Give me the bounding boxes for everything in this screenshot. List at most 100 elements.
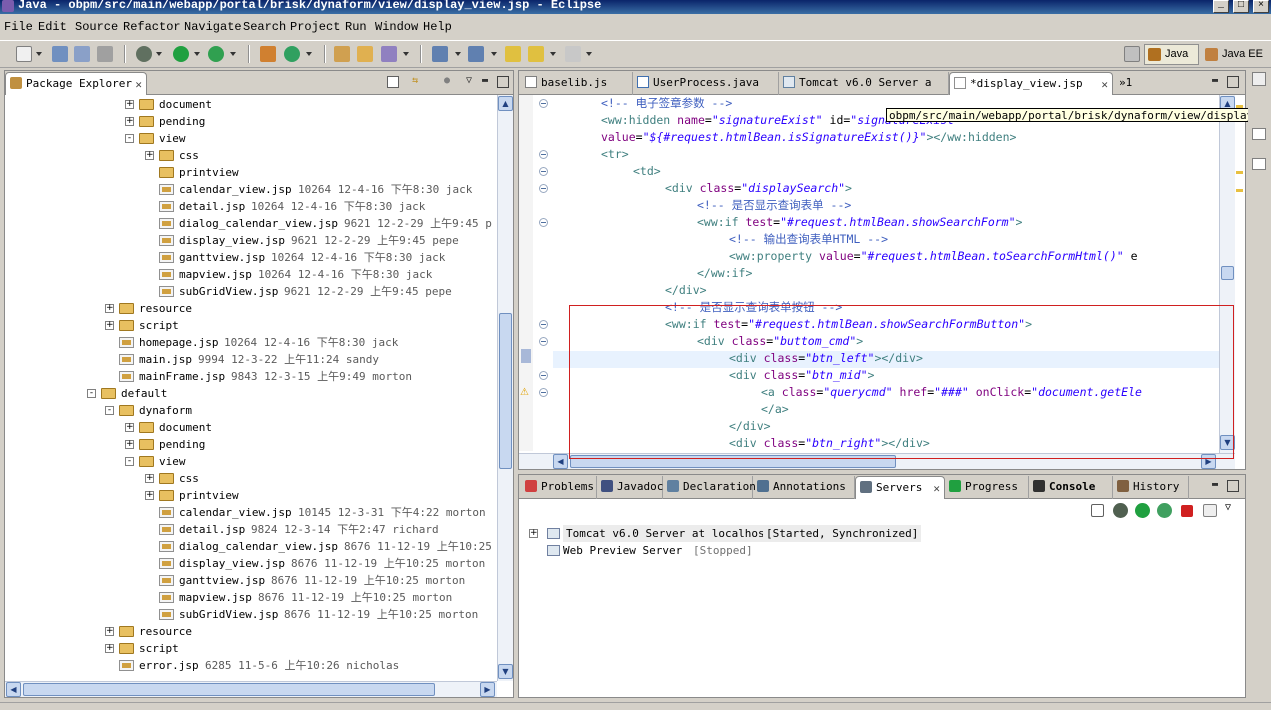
code-line[interactable]: <!-- 是否显示查询表单 --> (697, 197, 851, 214)
tree-folder-view[interactable]: - view (5, 453, 497, 470)
code-line[interactable]: <ww:property value="#request.htmlBean.to… (729, 248, 1138, 265)
run-dropdown-icon[interactable] (194, 52, 200, 56)
menu-project[interactable]: Project (290, 20, 340, 34)
fold-toggle-icon[interactable] (539, 371, 548, 380)
expand-icon[interactable]: + (125, 100, 134, 109)
tab-baselib-js[interactable]: baselib.js (521, 72, 633, 95)
tab-tomcat-server[interactable]: Tomcat v6.0 Server a (779, 72, 949, 95)
tab-console[interactable]: Console (1029, 476, 1113, 499)
forward-dropdown-icon[interactable] (586, 52, 592, 56)
code-line[interactable]: </ww:if> (697, 265, 752, 282)
minimize-view-icon[interactable]: ▬ (479, 76, 491, 88)
tree-file-subgridview-jsp[interactable]: subGridView.jsp 9621 12-2-29 上午9:45 pepe (5, 283, 497, 300)
search-dropdown-icon[interactable] (403, 52, 409, 56)
menu-edit[interactable]: Edit (38, 20, 67, 34)
code-line[interactable]: value="${#request.htmlBean.isSignatureEx… (601, 129, 1016, 146)
outline-view-icon[interactable] (1252, 128, 1266, 140)
tree-folder-css[interactable]: + css (5, 470, 497, 487)
overview-marker[interactable] (1236, 189, 1243, 192)
previous-annotation-dropdown-icon[interactable] (491, 52, 497, 56)
collapse-all-icon[interactable] (1091, 504, 1104, 517)
tree-file-main-jsp[interactable]: main.jsp 9994 12-3-22 上午11:24 sandy (5, 351, 497, 368)
fold-toggle-icon[interactable] (539, 337, 548, 346)
tab-overflow[interactable]: »1 (1115, 72, 1145, 95)
stop-server-icon[interactable] (1181, 505, 1193, 517)
view-menu-dots-icon[interactable]: ● (441, 76, 453, 88)
maximize-view-icon[interactable] (1227, 480, 1239, 492)
new-class-dropdown-icon[interactable] (306, 52, 312, 56)
tab-display-view-jsp[interactable]: *display_view.jsp ✕ (949, 72, 1113, 95)
tree-file-ganttview-jsp[interactable]: ganttview.jsp 10264 12-4-16 下午8:30 jack (5, 249, 497, 266)
tree-file-mapview-jsp[interactable]: mapview.jsp 10264 12-4-16 下午8:30 jack (5, 266, 497, 283)
fold-toggle-icon[interactable] (539, 218, 548, 227)
collapse-icon[interactable]: - (125, 134, 134, 143)
menu-navigate[interactable]: Navigate (184, 20, 242, 34)
menu-source[interactable]: Source (75, 20, 118, 34)
new-icon[interactable] (16, 46, 32, 62)
tree-file-mapview-jsp[interactable]: mapview.jsp 8676 11-12-19 上午10:25 morton (5, 589, 497, 606)
expand-icon[interactable]: + (105, 321, 114, 330)
tree-folder-view[interactable]: - view (5, 130, 497, 147)
code-line[interactable]: </div> (665, 282, 707, 299)
minimize-button[interactable]: _ (1213, 0, 1229, 13)
debug-server-icon[interactable] (1113, 503, 1128, 518)
tree-folder-pending[interactable]: + pending (5, 436, 497, 453)
package-explorer-hscrollbar[interactable]: ◀ ▶ (5, 681, 497, 697)
tree-file-subgridview-jsp[interactable]: subGridView.jsp 8676 11-12-19 上午10:25 mor… (5, 606, 497, 623)
publish-icon[interactable] (1203, 504, 1217, 517)
expand-icon[interactable]: + (145, 491, 154, 500)
run-icon[interactable] (173, 46, 189, 62)
collapse-icon[interactable]: - (87, 389, 96, 398)
expand-icon[interactable]: + (125, 117, 134, 126)
tree-file-dialog-calendar-view-jsp[interactable]: dialog_calendar_view.jsp 9621 12-2-29 上午9… (5, 215, 497, 232)
tree-file-display-view-jsp[interactable]: display_view.jsp 8676 11-12-19 上午10:25 mo… (5, 555, 497, 572)
expand-icon[interactable]: + (105, 644, 114, 653)
tab-declaration[interactable]: Declaration (663, 476, 756, 499)
tree-file-error-jsp[interactable]: error.jsp 6285 11-5-6 上午10:26 nicholas (5, 657, 497, 674)
collapse-all-icon[interactable] (387, 76, 399, 88)
fold-toggle-icon[interactable] (539, 99, 548, 108)
search-icon[interactable] (381, 46, 397, 62)
link-with-editor-icon[interactable]: ⇆ (409, 76, 421, 88)
scroll-left-icon[interactable]: ◀ (6, 682, 21, 697)
fold-toggle-icon[interactable] (539, 167, 548, 176)
new-class-icon[interactable] (284, 46, 300, 62)
scroll-left-icon[interactable]: ◀ (553, 454, 568, 469)
expand-icon[interactable]: + (105, 304, 114, 313)
code-line[interactable]: <!-- 输出查询表单HTML --> (729, 231, 888, 248)
maximize-view-icon[interactable] (497, 76, 509, 88)
save-icon[interactable] (52, 46, 68, 62)
server-row[interactable]: Web Preview Server [Stopped] (529, 542, 929, 559)
tab-servers[interactable]: Servers ✕ (855, 476, 945, 499)
tree-folder-document[interactable]: + document (5, 419, 497, 436)
close-icon[interactable]: ✕ (933, 478, 940, 499)
open-perspective-icon[interactable] (1124, 46, 1140, 62)
perspective-java[interactable]: Java (1144, 44, 1199, 65)
tree-file-detail-jsp[interactable]: detail.jsp 10264 12-4-16 下午8:30 jack (5, 198, 497, 215)
window-title-bar[interactable]: Java - obpm/src/main/webapp/portal/brisk… (0, 0, 1271, 14)
tab-annotations[interactable]: Annotations (753, 476, 855, 499)
menu-search[interactable]: Search (243, 20, 286, 34)
open-type-icon[interactable] (334, 46, 350, 62)
menu-run[interactable]: Run (345, 20, 367, 34)
previous-annotation-icon[interactable] (468, 46, 484, 62)
tree-folder-default[interactable]: - default (5, 385, 497, 402)
tree-folder-pending[interactable]: + pending (5, 113, 497, 130)
view-menu-icon[interactable]: ▽ (463, 76, 475, 88)
expand-icon[interactable]: + (529, 529, 538, 538)
tree-folder-printview[interactable]: + printview (5, 487, 497, 504)
code-line[interactable]: <div class="displaySearch"> (665, 180, 852, 197)
tab-progress[interactable]: Progress (945, 476, 1029, 499)
tree-file-homepage-jsp[interactable]: homepage.jsp 10264 12-4-16 下午8:30 jack (5, 334, 497, 351)
server-row[interactable]: + Tomcat v6.0 Server at localhost [Started… (529, 525, 929, 542)
tree-folder-css[interactable]: + css (5, 147, 497, 164)
debug-dropdown-icon[interactable] (156, 52, 162, 56)
tree-folder-resource[interactable]: + resource (5, 300, 497, 317)
expand-icon[interactable]: + (125, 440, 134, 449)
external-tools-dropdown-icon[interactable] (230, 52, 236, 56)
scroll-thumb[interactable] (1221, 266, 1234, 280)
tree-file-ganttview-jsp[interactable]: ganttview.jsp 8676 11-12-19 上午10:25 morto… (5, 572, 497, 589)
external-tools-icon[interactable] (208, 46, 224, 62)
tree-folder-resource[interactable]: + resource (5, 623, 497, 640)
scroll-right-icon[interactable]: ▶ (480, 682, 495, 697)
